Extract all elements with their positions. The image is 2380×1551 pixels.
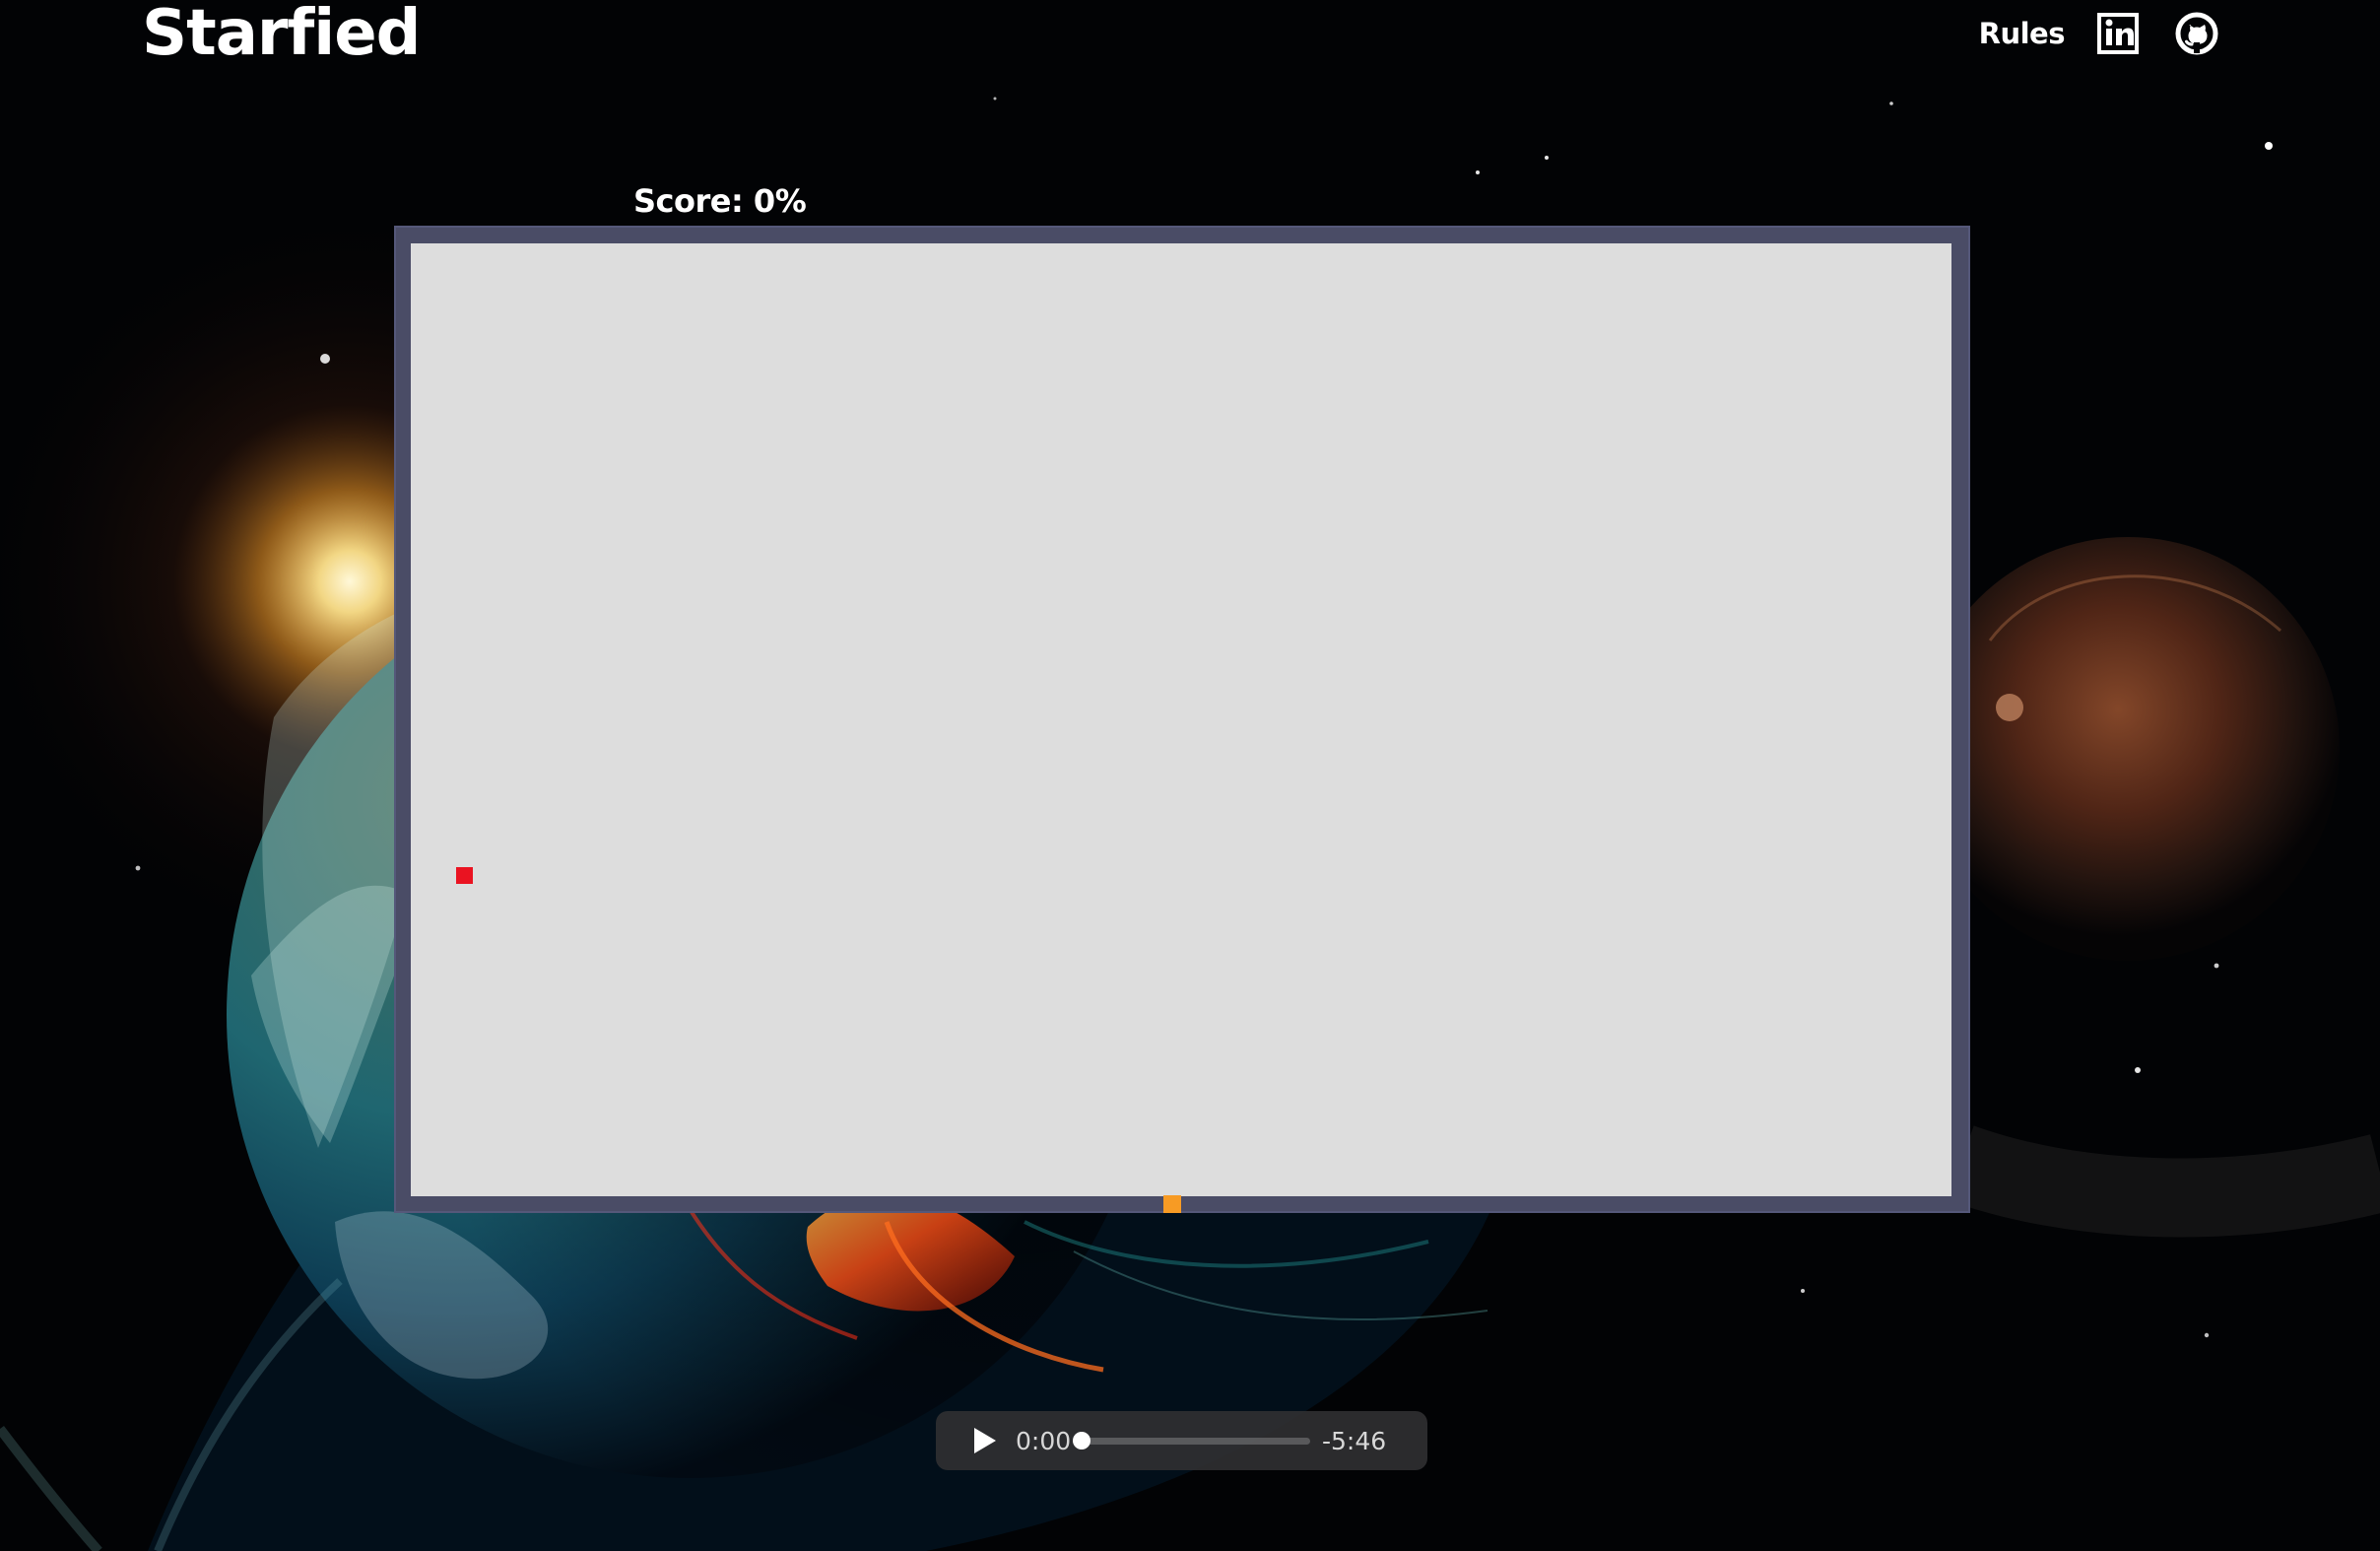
linkedin-icon[interactable] [2092,8,2144,59]
audio-progress-slider[interactable] [1073,1431,1310,1450]
spark-marker [1163,1195,1181,1213]
current-time: 0:00 [1016,1426,1072,1455]
game-playfield[interactable] [411,243,1951,1196]
remaining-time: -5:46 [1322,1426,1387,1455]
github-icon[interactable] [2171,8,2222,59]
audio-progress-thumb[interactable] [1073,1431,1091,1450]
rules-link[interactable]: Rules [1979,14,2066,53]
score-label: Score: 0% [633,182,807,220]
play-button[interactable] [965,1424,999,1457]
starfied-page: Starfied Rules Score: 0% 0:00 -5:46 [0,0,2380,1551]
site-title: Starfied [142,0,421,70]
audio-player: 0:00 -5:46 [936,1411,1427,1470]
play-icon [973,1428,996,1453]
game-board-frame [394,226,1970,1213]
top-navigation: Rules [1979,8,2222,59]
player-marker [456,867,473,884]
